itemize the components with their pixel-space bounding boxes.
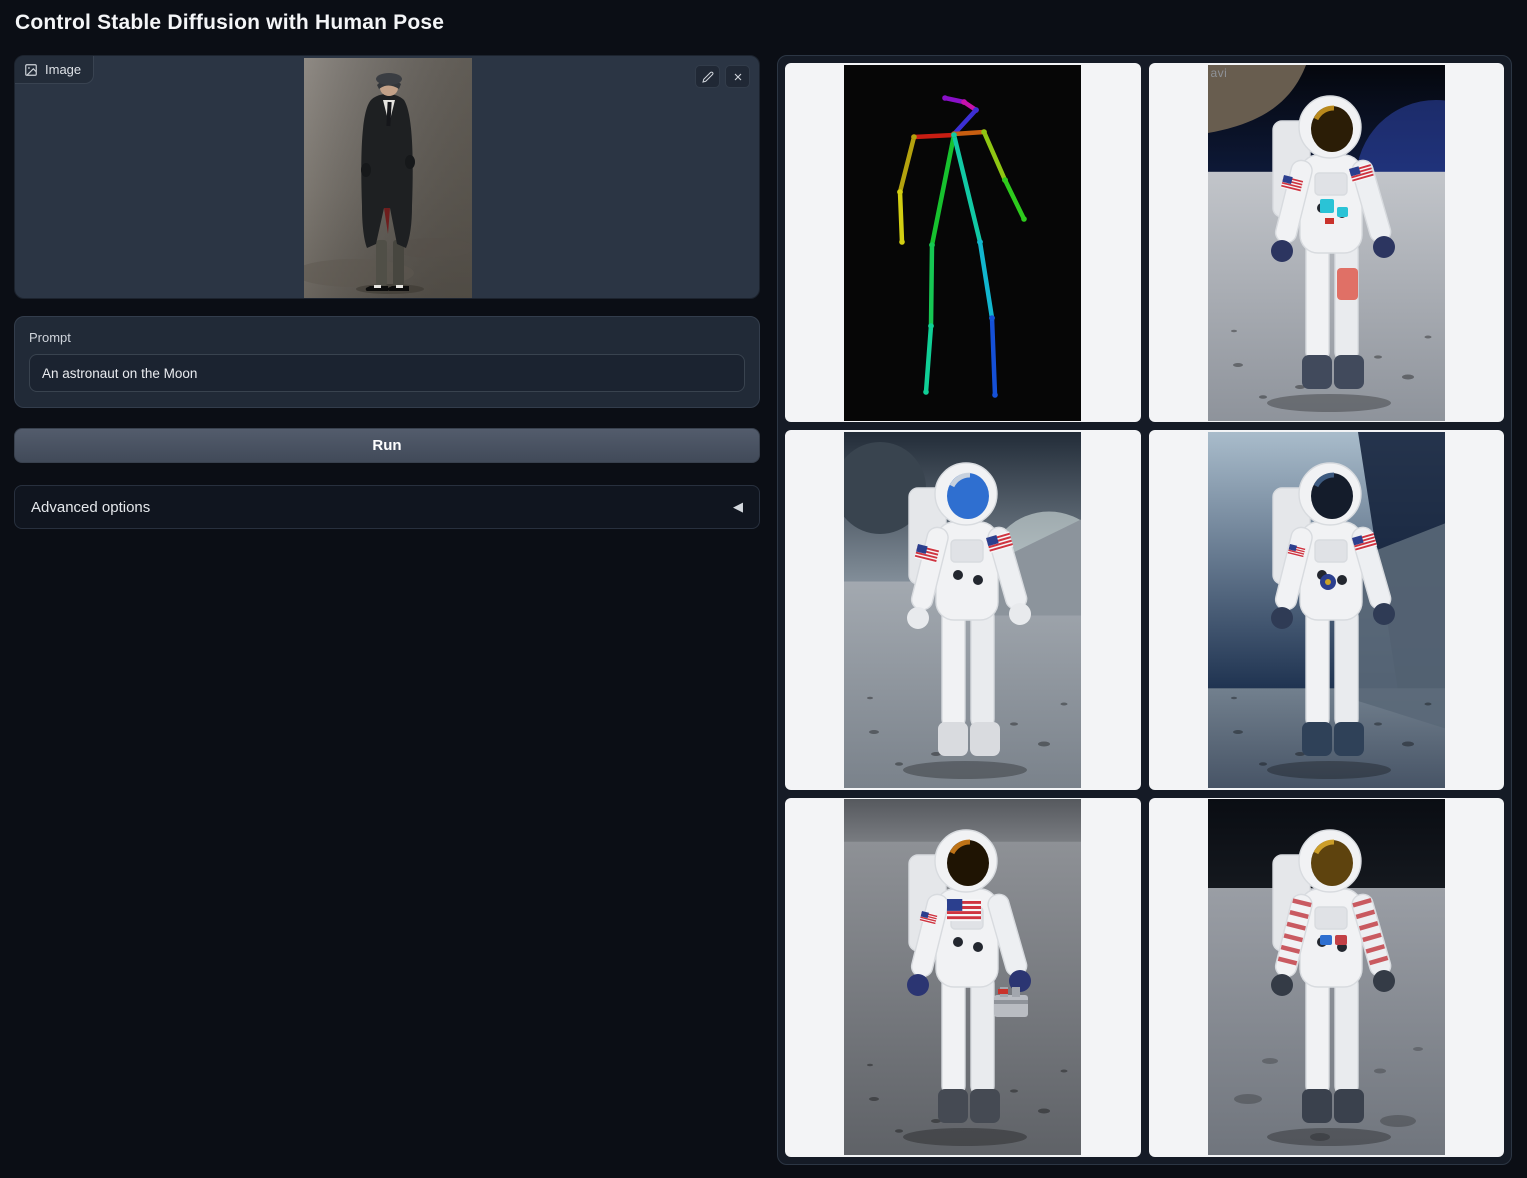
clear-image-button[interactable] bbox=[725, 65, 750, 88]
gallery-item-4[interactable] bbox=[785, 798, 1141, 1157]
gallery-item-pose[interactable] bbox=[785, 63, 1141, 422]
astronaut-image-4 bbox=[844, 799, 1081, 1155]
uploaded-image[interactable] bbox=[304, 58, 472, 298]
prompt-group: Prompt bbox=[14, 316, 760, 408]
pose-skeleton-image bbox=[844, 65, 1081, 421]
image-input-label-text: Image bbox=[45, 62, 81, 77]
image-input[interactable]: Image bbox=[14, 55, 760, 299]
page-title: Control Stable Diffusion with Human Pose bbox=[15, 11, 444, 35]
astronaut-image-3 bbox=[1208, 432, 1445, 788]
uploaded-image-art bbox=[304, 58, 472, 298]
run-button[interactable]: Run bbox=[14, 428, 760, 463]
image-input-label: Image bbox=[15, 56, 94, 84]
watermark-text: avi bbox=[1211, 66, 1228, 80]
gallery-item-2[interactable] bbox=[785, 430, 1141, 789]
gallery-item-1[interactable]: avi bbox=[1149, 63, 1505, 422]
gallery-item-3[interactable] bbox=[1149, 430, 1505, 789]
pencil-icon bbox=[702, 71, 714, 83]
astronaut-image-1 bbox=[1208, 65, 1445, 421]
accordion-collapse-icon: ◀ bbox=[733, 499, 743, 515]
edit-image-button[interactable] bbox=[695, 65, 720, 88]
picture-icon bbox=[24, 63, 38, 77]
output-gallery: avi bbox=[777, 55, 1512, 1165]
advanced-options-accordion[interactable]: Advanced options ◀ bbox=[14, 485, 760, 529]
close-icon bbox=[732, 71, 744, 83]
astronaut-image-2 bbox=[844, 432, 1081, 788]
astronaut-image-5 bbox=[1208, 799, 1445, 1155]
prompt-label: Prompt bbox=[29, 330, 745, 345]
advanced-options-label: Advanced options bbox=[31, 499, 150, 516]
input-column: Image bbox=[14, 55, 760, 529]
prompt-input[interactable] bbox=[29, 354, 745, 392]
gallery-item-5[interactable] bbox=[1149, 798, 1505, 1157]
image-toolbar bbox=[695, 65, 750, 88]
